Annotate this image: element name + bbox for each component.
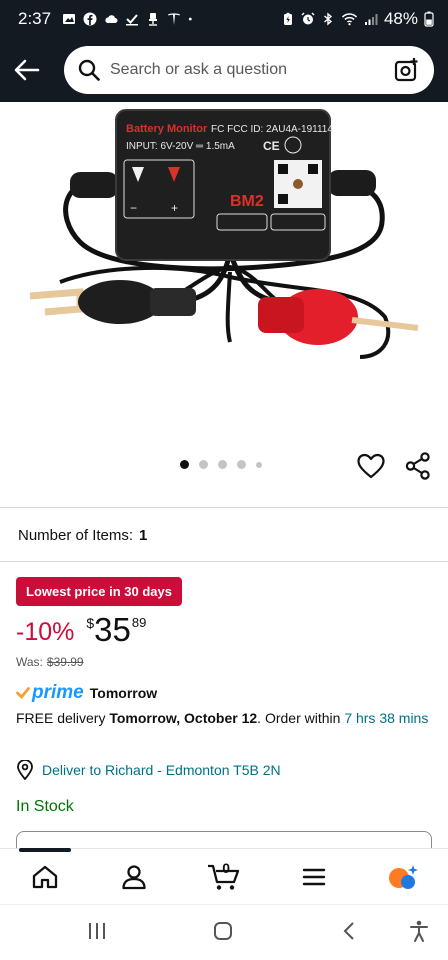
svg-text:INPUT: 6V-20V ═ 1.5mA: INPUT: 6V-20V ═ 1.5mA (126, 141, 235, 152)
was-label: Was: (16, 655, 43, 669)
divider (0, 507, 448, 508)
tesla-icon (168, 13, 181, 25)
gallery-icon (63, 14, 76, 24)
cloud-icon (105, 15, 118, 23)
price-row: -10% $ 35 89 (16, 612, 146, 648)
deliver-to-link[interactable]: Deliver to Richard - Edmonton T5B 2N (42, 762, 281, 778)
wifi-icon (341, 13, 358, 26)
cart-count: 0 (222, 860, 230, 876)
svg-text:−: − (130, 201, 137, 215)
back-chevron-icon (343, 922, 354, 940)
svg-text:Battery Monitor: Battery Monitor (126, 123, 208, 135)
battery-percent: 48% (383, 9, 418, 28)
status-bar: 2:37 48% (0, 0, 448, 38)
order-within-label: . Order within (257, 710, 341, 726)
svg-text:+: + (171, 201, 178, 215)
heart-icon[interactable] (357, 453, 385, 479)
deal-badge: Lowest price in 30 days (16, 577, 182, 606)
account-icon (122, 865, 147, 890)
image-carousel-dots[interactable] (180, 460, 262, 469)
nav-home[interactable] (0, 849, 90, 905)
number-of-items-label: Number of Items: (18, 527, 134, 544)
bottom-navigation: 0 (0, 848, 448, 904)
accessibility-button[interactable] (406, 918, 432, 944)
product-image[interactable]: Battery Monitor FC FCC ID: 2AU4A-191114 … (0, 102, 448, 447)
battery-icon (424, 11, 434, 27)
accessibility-icon (410, 920, 428, 942)
order-countdown: 7 hrs 38 mins (344, 710, 429, 726)
active-tab-indicator (19, 848, 71, 852)
svg-text:CE: CE (263, 139, 280, 153)
app-header (0, 38, 448, 102)
prime-logo: prime (32, 682, 84, 703)
office-chair-icon (149, 13, 158, 26)
prime-day: Tomorrow (89, 685, 158, 701)
search-input[interactable] (110, 61, 394, 79)
download-check-icon (126, 14, 139, 26)
home-system-button[interactable] (212, 918, 234, 944)
signal-icon (364, 14, 378, 25)
alarm-icon (301, 12, 315, 25)
menu-icon (302, 868, 325, 886)
back-button[interactable] (12, 55, 42, 85)
home-circle-icon (214, 922, 232, 940)
recents-icon (89, 923, 105, 939)
svg-text:FC FCC ID: 2AU4A-191114: FC FCC ID: 2AU4A-191114 (211, 124, 333, 135)
search-icon (78, 59, 100, 81)
was-price-row: Was: $39.99 (16, 655, 84, 669)
currency-symbol: $ (86, 615, 95, 631)
rufus-icon (389, 865, 419, 889)
battery-saver-icon (283, 12, 292, 25)
bluetooth-icon (324, 12, 333, 26)
carousel-dot[interactable] (237, 460, 246, 469)
delivery-date: Tomorrow, October 12 (109, 710, 258, 726)
number-of-items-row: Number of Items: 1 (18, 527, 147, 544)
facebook-icon (83, 12, 97, 26)
status-time: 2:37 (18, 9, 52, 28)
prime-row: prime Tomorrow (16, 682, 157, 704)
discount-percent: -10% (16, 618, 75, 646)
divider (0, 561, 448, 562)
carousel-dot[interactable] (256, 461, 262, 468)
price-fraction: 89 (131, 615, 147, 630)
search-bar[interactable] (64, 46, 434, 94)
home-icon (32, 865, 57, 889)
free-delivery-label: FREE delivery (16, 710, 106, 726)
back-system-button[interactable] (338, 918, 360, 944)
svg-text:BM2: BM2 (230, 193, 264, 210)
nav-cart[interactable]: 0 (179, 849, 269, 905)
delivery-message: FREE delivery Tomorrow, October 12. Orde… (16, 708, 432, 728)
recents-button[interactable] (86, 918, 108, 944)
price-whole: 35 (94, 611, 131, 648)
carousel-dot[interactable] (199, 460, 208, 469)
was-price: $39.99 (46, 655, 84, 669)
number-of-items-value: 1 (139, 527, 148, 544)
carousel-dot[interactable] (218, 460, 227, 469)
share-icon[interactable] (405, 452, 431, 480)
deliver-to-row[interactable]: Deliver to Richard - Edmonton T5B 2N (16, 760, 281, 780)
location-pin-icon (17, 760, 33, 780)
nav-account[interactable] (90, 849, 180, 905)
notification-dot-icon (188, 17, 192, 21)
nav-rufus[interactable] (358, 849, 448, 905)
back-arrow-icon (14, 59, 40, 81)
nav-menu[interactable] (269, 849, 359, 905)
camera-lens-icon[interactable] (394, 57, 420, 83)
carousel-dot[interactable] (180, 460, 189, 469)
prime-check-icon (16, 687, 30, 700)
stock-status: In Stock (16, 798, 74, 815)
